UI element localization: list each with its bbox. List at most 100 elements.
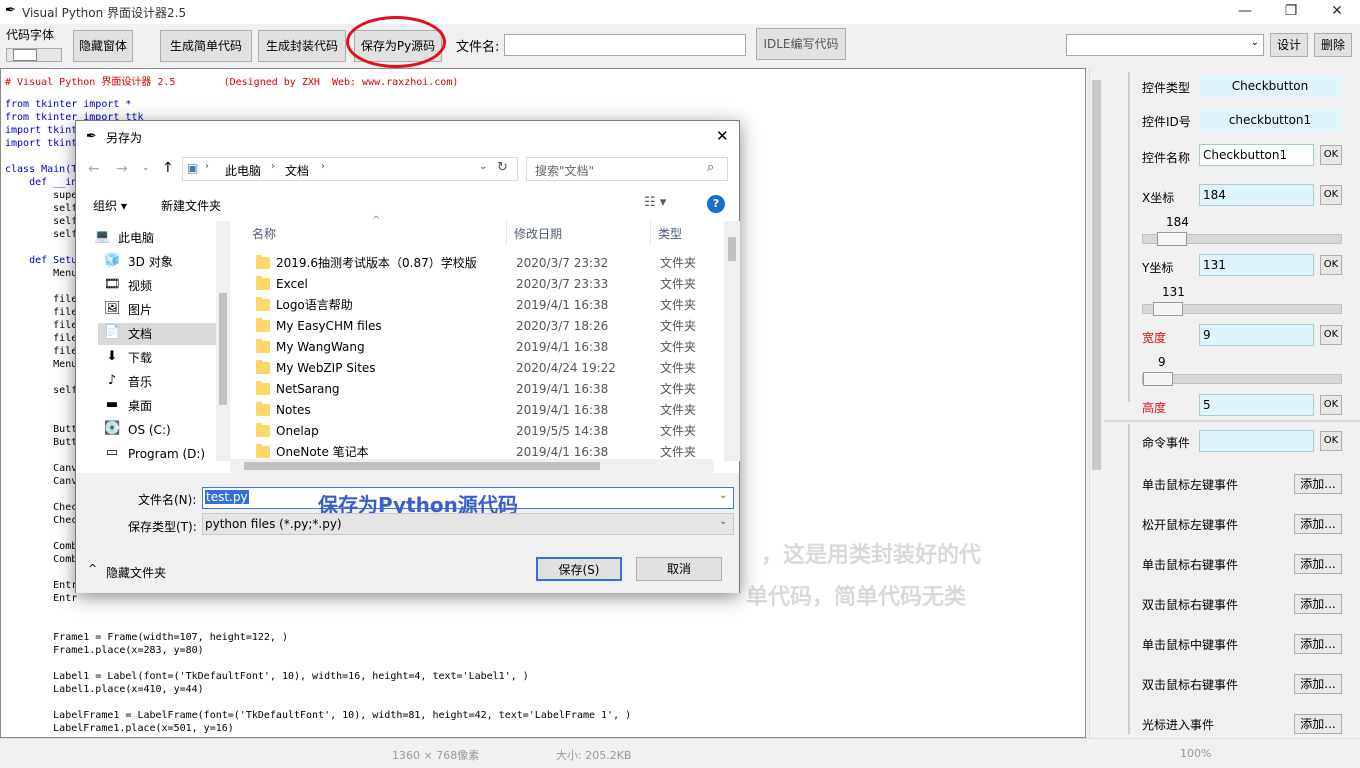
file-row[interactable]: Excel 2020/3/7 23:33 文件夹	[234, 274, 714, 295]
x-slider-thumb[interactable]	[1157, 232, 1187, 246]
font-slider-thumb[interactable]	[13, 49, 37, 61]
code-line: def __in	[5, 177, 78, 188]
organize-button[interactable]: 组织 ▾	[93, 197, 127, 214]
command-ok-button[interactable]: OK	[1320, 431, 1342, 451]
path-root[interactable]: 此电脑	[225, 162, 261, 179]
file-type: 文件夹	[660, 256, 697, 270]
up-arrow-icon[interactable]: ↑	[162, 160, 174, 176]
chevron-down-icon[interactable]: ⌄	[719, 490, 727, 501]
path-folder[interactable]: 文档	[285, 162, 309, 179]
back-arrow-icon[interactable]: ←	[88, 161, 100, 177]
restore-button[interactable]: ❐	[1268, 0, 1314, 24]
dialog-cancel-button[interactable]: 取消	[636, 557, 722, 581]
column-date-header[interactable]: 修改日期	[514, 225, 562, 242]
nav-scrollbar-thumb[interactable]	[219, 293, 227, 405]
address-bar[interactable]: ▣ › 此电脑 › 文档 › ⌄ ↻	[182, 157, 518, 181]
control-name-field[interactable]: Checkbutton1	[1199, 144, 1314, 166]
control-name-ok-button[interactable]: OK	[1320, 145, 1342, 165]
event-label: 单击鼠标右键事件	[1142, 558, 1239, 572]
width-slider[interactable]	[1142, 372, 1342, 386]
file-date: 2020/4/24 19:22	[516, 361, 616, 375]
nav-item[interactable]: 🖼 图片	[98, 299, 216, 321]
column-type-header[interactable]: 类型	[658, 225, 682, 242]
font-slider[interactable]	[6, 48, 62, 62]
command-field[interactable]	[1199, 430, 1314, 452]
status-size: 大小: 205.2KB	[556, 749, 632, 762]
file-row[interactable]: 2019.6抽测考试版本（0.87）学校版 2020/3/7 23:32 文件夹	[234, 253, 714, 274]
nav-scrollbar[interactable]	[216, 221, 230, 461]
width-slider-thumb[interactable]	[1143, 372, 1173, 386]
history-chevron-icon[interactable]: ⌄	[142, 163, 150, 173]
nav-item[interactable]: 🎞 视频	[98, 275, 216, 297]
nav-item[interactable]: 💻 此电脑	[88, 227, 206, 249]
add-event-button[interactable]: 添加...	[1294, 674, 1342, 694]
refresh-icon[interactable]: ↻	[497, 160, 508, 175]
new-folder-button[interactable]: 新建文件夹	[161, 197, 221, 214]
control-combobox[interactable]: ⌄	[1066, 34, 1264, 56]
x-field[interactable]: 184	[1199, 184, 1314, 206]
add-event-button[interactable]: 添加...	[1294, 714, 1342, 734]
dialog-close-icon[interactable]: ✕	[716, 127, 729, 145]
design-button[interactable]: 设计	[1270, 33, 1308, 57]
nav-item[interactable]: 💽 OS (C:)	[98, 419, 216, 441]
event-label: 单击鼠标中键事件	[1142, 638, 1239, 652]
event-label: 光标进入事件	[1142, 718, 1215, 732]
nav-item[interactable]: ▬ 桌面	[98, 395, 216, 417]
minimize-button[interactable]: —	[1222, 0, 1268, 24]
file-row[interactable]: Logo语言帮助 2019/4/1 16:38 文件夹	[234, 295, 714, 316]
code-scrollbar[interactable]	[1089, 68, 1103, 738]
delete-button[interactable]: 删除	[1314, 33, 1352, 57]
view-options-icon[interactable]: ☷ ▾	[644, 195, 666, 210]
nav-item[interactable]: 🧊 3D 对象	[98, 251, 216, 273]
code-line: Menu	[5, 268, 78, 279]
add-event-button[interactable]: 添加...	[1294, 554, 1342, 574]
file-row[interactable]: My WebZIP Sites 2020/4/24 19:22 文件夹	[234, 358, 714, 379]
file-vscrollbar-thumb[interactable]	[728, 237, 736, 261]
add-event-button[interactable]: 添加...	[1294, 474, 1342, 494]
add-event-button[interactable]: 添加...	[1294, 594, 1342, 614]
hide-window-button[interactable]: 隐藏窗体	[73, 30, 133, 62]
nav-item[interactable]: 📄 文档	[98, 323, 216, 345]
idle-edit-button[interactable]: IDLE编写代码	[756, 28, 846, 60]
x-ok-button[interactable]: OK	[1320, 185, 1342, 205]
file-row[interactable]: My EasyCHM files 2020/3/7 18:26 文件夹	[234, 316, 714, 337]
column-name-header[interactable]: 名称	[252, 225, 276, 242]
dialog-save-button[interactable]: 保存(S)	[536, 557, 622, 581]
forward-arrow-icon[interactable]: →	[116, 161, 128, 177]
code-scrollbar-thumb[interactable]	[1092, 80, 1101, 470]
nav-item[interactable]: ♪ 音乐	[98, 371, 216, 393]
height-field[interactable]: 5	[1199, 394, 1314, 416]
file-row[interactable]: Onelap 2019/5/5 14:38 文件夹	[234, 421, 714, 442]
width-ok-button[interactable]: OK	[1320, 325, 1342, 345]
y-field[interactable]: 131	[1199, 254, 1314, 276]
filetype-select[interactable]: python files (*.py;*.py) ⌄	[202, 513, 734, 535]
add-event-button[interactable]: 添加...	[1294, 514, 1342, 534]
file-hscrollbar[interactable]	[230, 459, 714, 473]
x-slider[interactable]	[1142, 232, 1342, 246]
gen-simple-code-button[interactable]: 生成简单代码	[160, 30, 252, 62]
chevron-down-icon[interactable]: ⌄	[479, 161, 487, 172]
nav-item-label: 图片	[128, 303, 153, 317]
file-vscrollbar[interactable]	[724, 221, 740, 461]
nav-item[interactable]: ⬇ 下载	[98, 347, 216, 369]
add-event-button[interactable]: 添加...	[1294, 634, 1342, 654]
chevron-up-icon[interactable]: ^	[88, 562, 97, 575]
search-box[interactable]: 搜索"文档" ⌕	[526, 157, 728, 181]
close-button[interactable]: ✕	[1314, 0, 1360, 24]
y-ok-button[interactable]: OK	[1320, 255, 1342, 275]
nav-item[interactable]: ▭ Program (D:)	[98, 443, 216, 465]
file-hscrollbar-thumb[interactable]	[244, 462, 600, 470]
code-line: supe	[5, 190, 78, 201]
file-row[interactable]: NetSarang 2019/4/1 16:38 文件夹	[234, 379, 714, 400]
file-row[interactable]: My WangWang 2019/4/1 16:38 文件夹	[234, 337, 714, 358]
y-slider[interactable]	[1142, 302, 1342, 316]
help-icon[interactable]: ?	[707, 195, 725, 213]
file-type: 文件夹	[660, 340, 697, 354]
file-row[interactable]: Notes 2019/4/1 16:38 文件夹	[234, 400, 714, 421]
filename-input[interactable]	[504, 34, 746, 56]
height-ok-button[interactable]: OK	[1320, 395, 1342, 415]
hide-folders-toggle[interactable]: 隐藏文件夹	[106, 564, 166, 581]
y-slider-thumb[interactable]	[1153, 302, 1183, 316]
width-field[interactable]: 9	[1199, 324, 1314, 346]
gen-class-code-button[interactable]: 生成封装代码	[258, 30, 346, 62]
